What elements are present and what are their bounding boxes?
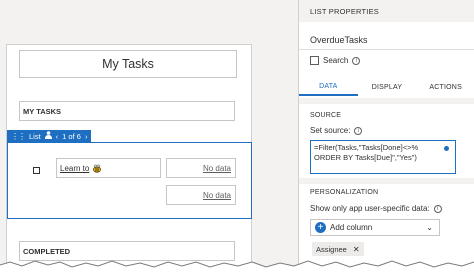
- show-only-label: Show only app user-specific data:: [310, 204, 430, 213]
- chevron-left-icon[interactable]: ‹: [56, 132, 59, 141]
- completed-header[interactable]: COMPLETED: [19, 241, 235, 261]
- tab-display[interactable]: DISPLAY: [358, 78, 417, 96]
- chevron-down-icon[interactable]: ⌄: [426, 223, 433, 232]
- add-column-label: Add column: [330, 223, 373, 232]
- tab-data[interactable]: DATA: [299, 78, 358, 96]
- my-tasks-header[interactable]: MY TASKS: [19, 101, 235, 121]
- close-icon[interactable]: ✕: [353, 245, 360, 254]
- my-tasks-header-text: MY TASKS: [23, 106, 62, 116]
- formula-status-dot: [444, 146, 449, 151]
- list-toolbar[interactable]: ⋮⋮ List ‹ 1 of 6 ›: [7, 130, 92, 142]
- show-only-row: Show only app user-specific data: i: [310, 204, 442, 213]
- panel-header-text: LIST PROPERTIES: [310, 6, 379, 16]
- page-title[interactable]: My Tasks: [19, 50, 237, 78]
- search-checkbox[interactable]: [310, 56, 319, 65]
- list-properties-panel: LIST PROPERTIES OverdueTasks Search i DA…: [298, 0, 474, 273]
- widget-name[interactable]: OverdueTasks: [310, 35, 368, 45]
- info-icon[interactable]: i: [433, 204, 442, 213]
- list-label: List: [29, 131, 41, 141]
- info-icon[interactable]: i: [354, 126, 363, 135]
- chevron-right-icon[interactable]: ›: [85, 132, 88, 141]
- bee-icon: [92, 164, 102, 173]
- plus-icon: +: [315, 222, 326, 233]
- list-widget[interactable]: [7, 142, 252, 219]
- task-title-cell[interactable]: Learn to: [56, 158, 161, 178]
- add-column-dropdown[interactable]: + Add column ⌄: [310, 219, 440, 236]
- property-tabs: DATA DISPLAY ACTIONS: [299, 78, 474, 96]
- formula-line-2: ORDER BY Tasks[Due]","Yes"): [314, 152, 417, 162]
- person-icon[interactable]: [44, 131, 52, 141]
- completed-header-text: COMPLETED: [23, 246, 71, 256]
- set-source-row: Set source: i: [310, 126, 363, 135]
- source-section-title: SOURCE: [310, 112, 342, 119]
- search-option[interactable]: Search i: [310, 56, 361, 65]
- task-title-link[interactable]: Learn to: [60, 164, 89, 173]
- panel-header: LIST PROPERTIES: [299, 0, 474, 22]
- formula-line-1: =Filter(Tasks,"Tasks[Done]<>%: [314, 143, 419, 152]
- search-label: Search: [323, 56, 349, 65]
- assignee-cell[interactable]: No data: [166, 185, 236, 205]
- section-spacer: [299, 98, 474, 104]
- record-counter: 1 of 6: [62, 131, 81, 141]
- assignee-chip[interactable]: Assignee ✕: [312, 242, 364, 256]
- chip-label: Assignee: [316, 244, 347, 254]
- page-title-text: My Tasks: [102, 57, 154, 71]
- task-done-checkbox[interactable]: [33, 167, 40, 174]
- no-data-text-2: No data: [202, 190, 231, 200]
- due-date-cell[interactable]: No data: [166, 158, 236, 178]
- info-icon[interactable]: i: [352, 56, 361, 65]
- source-formula-input[interactable]: =Filter(Tasks,"Tasks[Done]<>% ORDER BY T…: [310, 140, 456, 174]
- drag-dots-icon[interactable]: ⋮⋮: [11, 132, 26, 141]
- no-data-text-1: No data: [202, 163, 231, 173]
- tab-actions[interactable]: ACTIONS: [416, 78, 474, 96]
- set-source-label: Set source:: [310, 126, 351, 135]
- personalization-section-title: PERSONALIZATION: [310, 189, 379, 196]
- divider: [299, 49, 474, 50]
- section-spacer: [299, 178, 474, 184]
